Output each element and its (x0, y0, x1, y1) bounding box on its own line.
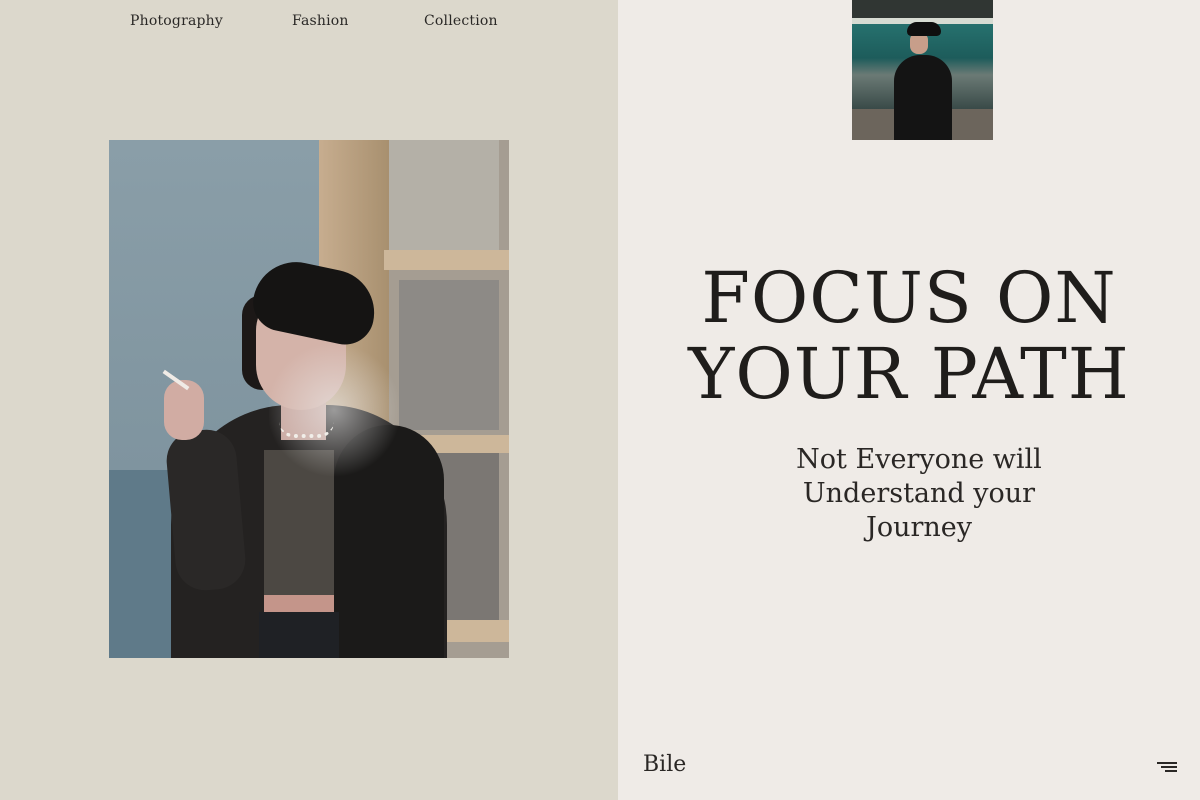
thumb-ceiling (852, 0, 993, 18)
headline-line-2: YOUR PATH (688, 333, 1130, 415)
left-panel: Photography Fashion Collection (0, 0, 618, 800)
window-pane (399, 280, 499, 430)
menu-line (1165, 770, 1177, 772)
menu-line (1161, 766, 1177, 768)
photo-hand (164, 380, 204, 440)
menu-line (1157, 762, 1177, 764)
photo-skirt (259, 612, 339, 658)
window-pane (389, 140, 499, 255)
hamburger-menu-icon[interactable] (1157, 762, 1177, 774)
subheadline-line-1: Not Everyone will (796, 444, 1042, 475)
thumb-beret (907, 22, 941, 36)
subheadline-line-2: Understand your (802, 478, 1036, 509)
thumbnail-photo[interactable] (852, 0, 993, 140)
thumb-coat (894, 55, 952, 140)
nav-link-photography[interactable]: Photography (130, 13, 223, 29)
nav-link-fashion[interactable]: Fashion (292, 13, 349, 29)
window-frame (384, 250, 509, 270)
brand-logo[interactable]: Bile (643, 752, 686, 777)
photo-arm (164, 427, 248, 593)
nav-link-collection[interactable]: Collection (424, 13, 498, 29)
photo-waist (264, 595, 334, 613)
headline-line-1: FOCUS ON (701, 257, 1117, 339)
subheadline-line-3: Journey (866, 512, 972, 543)
photo-smoke (269, 340, 399, 480)
hero-photo (109, 140, 509, 658)
